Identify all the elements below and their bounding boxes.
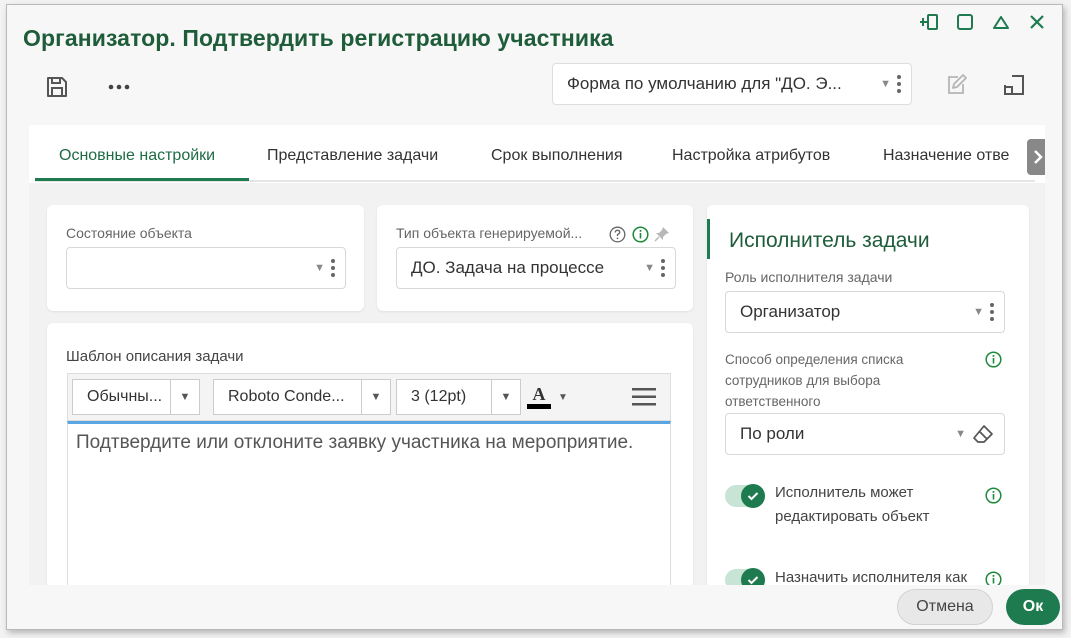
- dialog-window: Организатор. Подтвердить регистрацию уча…: [6, 4, 1063, 630]
- checkmark-icon: [741, 568, 765, 585]
- maximize-icon[interactable]: [954, 11, 976, 33]
- info-icon[interactable]: [632, 226, 649, 248]
- chevron-down-icon: ▼: [644, 262, 655, 274]
- active-tab-indicator: [35, 178, 249, 181]
- editor-body[interactable]: Подтвердите или отклоните заявку участни…: [67, 421, 671, 585]
- kebab-menu-icon[interactable]: [661, 259, 665, 277]
- role-value: Организатор: [740, 302, 841, 321]
- help-icon[interactable]: [609, 226, 626, 248]
- object-type-label: Тип объекта генерируемой...: [396, 225, 583, 241]
- dialog-title: Организатор. Подтвердить регистрацию уча…: [23, 25, 614, 51]
- chevron-down-icon: ▼: [491, 380, 520, 414]
- chevron-down-icon: ▼: [880, 78, 891, 90]
- pin-icon[interactable]: [653, 225, 671, 248]
- font-family-value: Roboto Conde...: [228, 388, 345, 405]
- tab-task-view[interactable]: Представление задачи: [267, 147, 438, 165]
- tab-deadline[interactable]: Срок выполнения: [491, 147, 623, 165]
- tab-basic-settings[interactable]: Основные настройки: [59, 147, 215, 165]
- menu-icon[interactable]: [631, 386, 657, 413]
- object-type-card: Тип объекта генерируемой... ДО. Задача н…: [377, 205, 693, 311]
- template-label: Шаблон описания задачи: [66, 348, 244, 365]
- method-select[interactable]: По роли ▼: [725, 413, 1005, 455]
- close-icon[interactable]: [1026, 11, 1048, 33]
- chevron-down-icon: ▼: [973, 306, 984, 318]
- chevron-down-icon: ▼: [170, 380, 199, 414]
- form-select[interactable]: Форма по умолчанию для "ДО. Э... ▼: [552, 63, 912, 105]
- assign-as-toggle[interactable]: [725, 568, 765, 585]
- role-select[interactable]: Организатор ▼: [725, 291, 1005, 333]
- chevron-down-icon: ▼: [955, 428, 966, 440]
- edit-icon[interactable]: [942, 71, 970, 99]
- paragraph-style-select[interactable]: Обычны... ▼: [72, 379, 200, 415]
- right-tools: [942, 71, 1028, 99]
- section-accent-bar: [707, 219, 710, 259]
- chevron-down-icon: ▼: [558, 391, 568, 403]
- kebab-menu-icon[interactable]: [897, 75, 901, 93]
- font-family-select[interactable]: Roboto Conde... ▼: [213, 379, 391, 415]
- kebab-menu-icon[interactable]: [990, 303, 994, 321]
- font-size-value: 3 (12pt): [411, 388, 467, 405]
- chevron-down-icon: ▼: [361, 380, 390, 414]
- font-color-button[interactable]: A ▼: [524, 379, 578, 415]
- object-type-select[interactable]: ДО. Задача на процессе ▼: [396, 247, 676, 289]
- editor-toolbar: Обычны... ▼ Roboto Conde... ▼ 3 (12pt) ▼…: [67, 373, 671, 421]
- paragraph-style-value: Обычны...: [87, 388, 163, 405]
- ok-button[interactable]: Ок: [1006, 589, 1060, 625]
- collapse-icon[interactable]: [990, 11, 1012, 33]
- panel-area: Состояние объекта ▼ Тип объекта генериру…: [29, 183, 1045, 585]
- template-card: Шаблон описания задачи Обычны... ▼ Robot…: [47, 323, 693, 585]
- info-icon[interactable]: [985, 571, 1002, 585]
- assignee-title: Исполнитель задачи: [729, 229, 930, 252]
- font-color-icon: A: [524, 385, 554, 409]
- tab-bar: Основные настройки Представление задачи …: [35, 125, 1045, 182]
- tab-assignment[interactable]: Назначение отве: [883, 147, 1009, 165]
- pin-to-side-icon[interactable]: [918, 11, 940, 33]
- state-select[interactable]: ▼: [66, 247, 346, 289]
- dialog-content: Основные настройки Представление задачи …: [29, 125, 1045, 585]
- state-label: Состояние объекта: [66, 225, 192, 241]
- layout-icon[interactable]: [1000, 71, 1028, 99]
- assignee-panel: Исполнитель задачи Роль исполнителя зада…: [707, 205, 1029, 585]
- more-options-icon[interactable]: [105, 73, 133, 101]
- window-controls: [918, 11, 1048, 33]
- tabs-scroll-right[interactable]: [1027, 139, 1045, 175]
- object-type-value: ДО. Задача на процессе: [411, 258, 605, 277]
- form-select-value: Форма по умолчанию для "ДО. Э...: [567, 74, 842, 93]
- method-value: По роли: [740, 424, 805, 443]
- checkmark-icon: [741, 484, 765, 508]
- cancel-button[interactable]: Отмена: [897, 589, 993, 625]
- dialog-toolbar: [43, 73, 133, 101]
- chevron-down-icon: ▼: [314, 262, 325, 274]
- font-size-select[interactable]: 3 (12pt) ▼: [396, 379, 521, 415]
- role-label: Роль исполнителя задачи: [725, 269, 893, 285]
- editor-content: Подтвердите или отклоните заявку участни…: [76, 432, 634, 453]
- kebab-menu-icon[interactable]: [331, 259, 335, 277]
- edit-object-label: Исполнитель может редактировать объект: [775, 484, 930, 525]
- state-card: Состояние объекта ▼: [47, 205, 364, 311]
- info-icon[interactable]: [985, 487, 1002, 509]
- edit-object-toggle[interactable]: [725, 484, 765, 508]
- eraser-icon[interactable]: [972, 424, 994, 444]
- chevron-right-icon: [1034, 150, 1043, 164]
- info-icon[interactable]: [985, 351, 1002, 373]
- method-label: Способ определения списка сотрудников дл…: [725, 352, 904, 409]
- tab-attribute-settings[interactable]: Настройка атрибутов: [672, 147, 830, 165]
- assign-as-label: Назначить исполнителя как: [775, 569, 968, 585]
- save-icon[interactable]: [43, 73, 71, 101]
